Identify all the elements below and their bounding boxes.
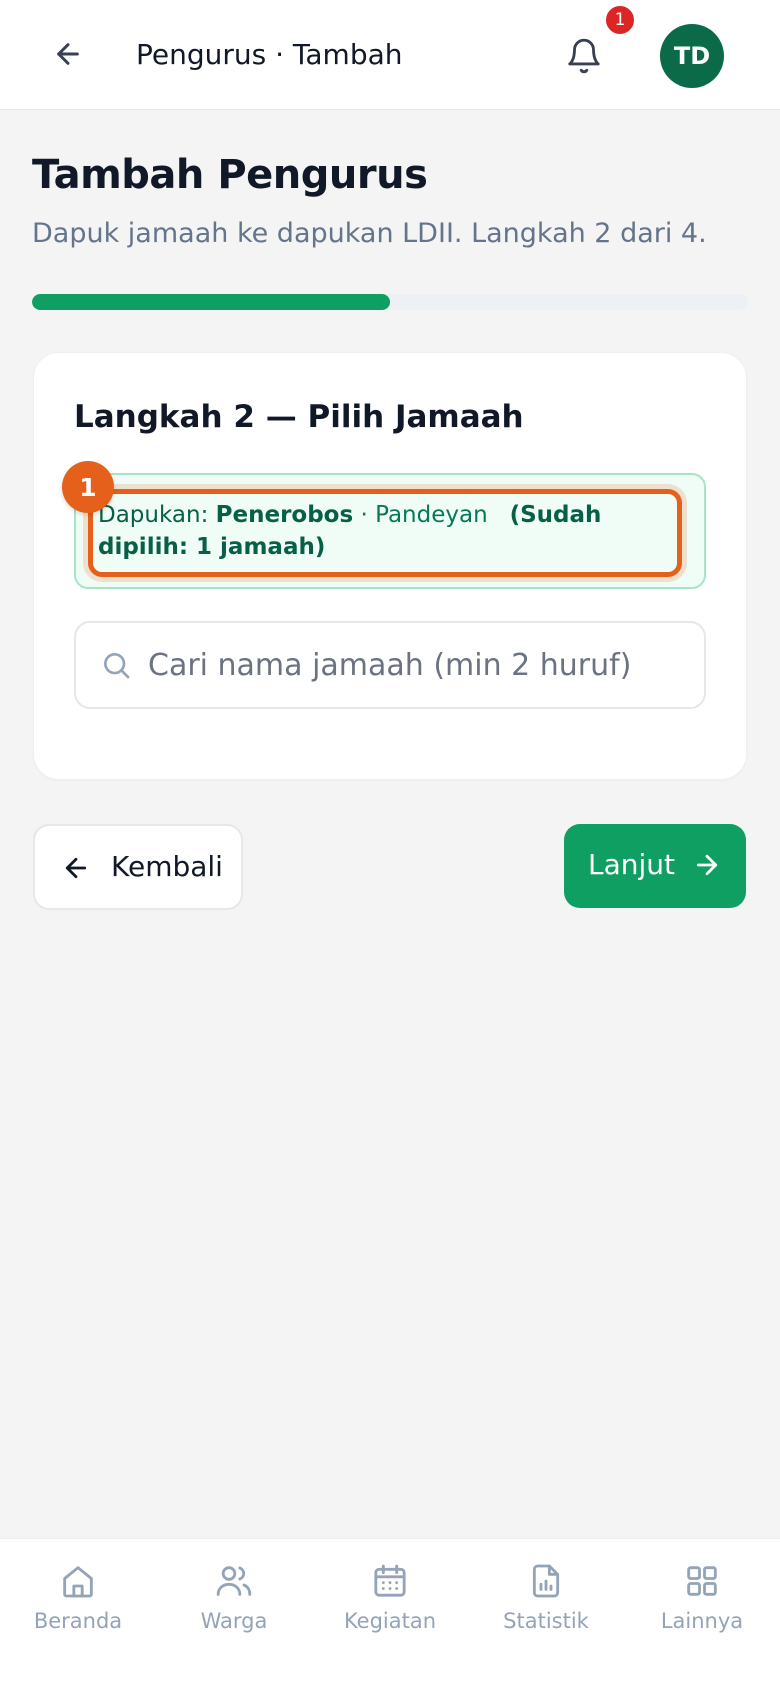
avatar[interactable]: TD [660,24,724,88]
users-icon [216,1566,252,1596]
topbar-title: Pengurus · Tambah [136,38,403,71]
next-step-button[interactable]: Lanjut [564,824,746,908]
report-icon [532,1564,560,1598]
search-field[interactable] [74,621,706,709]
search-icon [104,653,130,679]
dapukan-label: Dapukan: [98,502,216,528]
grid-icon [687,1566,717,1596]
info-separator: · [353,502,376,528]
step-title: Langkah 2 — Pilih Jamaah [74,399,524,435]
notification-badge: 1 [604,4,636,36]
step-marker-badge: 1 [62,461,114,513]
arrow-right-icon [696,854,718,876]
notifications-button[interactable] [560,32,608,80]
search-input[interactable] [148,637,688,693]
back-step-button[interactable]: Kembali [33,824,243,910]
dapukan-value: Penerobos [215,502,354,528]
step-progress-bar [32,294,748,310]
next-step-label: Lanjut [588,848,676,881]
nav-item-beranda[interactable]: Beranda [0,1561,156,1651]
nav-item-kegiatan[interactable]: Kegiatan [312,1561,468,1651]
top-app-bar: Pengurus · Tambah 1 TD [0,0,780,110]
back-step-label: Kembali [111,850,223,883]
arrow-left-icon [57,43,79,65]
nav-label-warga: Warga [200,1609,268,1633]
nav-label-beranda: Beranda [33,1609,123,1633]
bell-icon [568,38,600,74]
step-card: Langkah 2 — Pilih Jamaah Dapukan: Penero… [33,352,747,780]
bottom-navigation: Beranda Warga Kegiatan Statistik Lainnya [0,1538,780,1688]
nav-item-warga[interactable]: Warga [156,1561,312,1651]
step-progress-fill [32,294,390,310]
nav-label-lainnya: Lainnya [660,1609,744,1633]
location-value: Pandeyan [375,502,488,528]
page-subtitle: Dapuk jamaah ke dapukan LDII. Langkah 2 … [32,218,707,249]
back-button[interactable] [48,34,88,74]
page-title: Tambah Pengurus [32,152,428,198]
arrow-left-icon [65,857,87,879]
nav-item-lainnya[interactable]: Lainnya [624,1561,780,1651]
home-icon [63,1566,93,1598]
nav-label-statistik: Statistik [503,1609,589,1633]
nav-item-statistik[interactable]: Statistik [468,1561,624,1651]
selection-info-text: Dapukan: Penerobos · Pandeyan (Sudah dip… [98,499,678,563]
nav-label-kegiatan: Kegiatan [343,1609,437,1633]
calendar-icon [374,1564,406,1597]
selection-info-box: Dapukan: Penerobos · Pandeyan (Sudah dip… [74,473,706,589]
